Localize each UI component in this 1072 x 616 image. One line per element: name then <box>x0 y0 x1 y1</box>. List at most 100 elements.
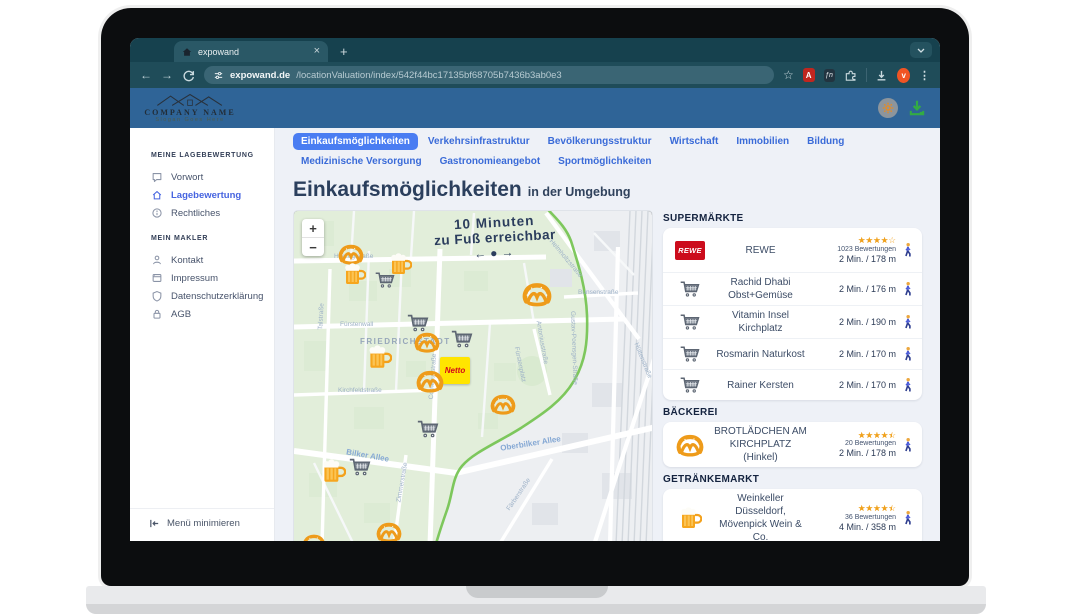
export-download-button[interactable] <box>908 99 926 117</box>
cart-marker-icon[interactable] <box>450 327 474 356</box>
adobe-extension-icon[interactable]: A <box>803 68 815 82</box>
loading-gear-button[interactable] <box>878 98 898 118</box>
list-item[interactable]: Rainer Kersten 2 Min. / 170 m <box>663 370 922 400</box>
sidebar-section-title: MEINE LAGEBEWERTUNG <box>151 152 274 159</box>
pretzel-marker-icon[interactable] <box>416 369 444 398</box>
rewe-logo: REWE <box>675 241 705 260</box>
street-label: Bunsenstraße <box>578 289 618 296</box>
laptop-base-edge <box>86 604 986 614</box>
beer-icon <box>671 505 709 531</box>
sidebar-item-agb[interactable]: AGB <box>130 305 274 323</box>
netto-marker[interactable]: Netto <box>440 357 470 384</box>
beer-marker-icon[interactable] <box>366 343 392 376</box>
tab-title: expowand <box>198 47 308 57</box>
supermarkets-card: REWE REWE ☆☆☆☆☆★★★★★ 1023 Bewertungen 2 … <box>663 228 922 400</box>
street-label: Fürstenwall <box>340 321 373 328</box>
cart-marker-icon[interactable] <box>416 417 440 446</box>
sidebar-item-impressum[interactable]: Impressum <box>130 269 274 287</box>
pretzel-marker-icon[interactable] <box>302 533 326 541</box>
url-path: /locationValuation/index/542f44bc17135bf… <box>296 70 562 81</box>
walking-icon <box>899 314 914 330</box>
cart-marker-icon[interactable] <box>348 455 372 484</box>
cart-icon <box>671 278 709 300</box>
bakery-card: BROTLÄDCHEN AM KIRCHPLATZ (Hinkel) ☆☆☆☆☆… <box>663 422 922 467</box>
download-icon <box>908 99 926 117</box>
pretzel-icon <box>671 433 709 457</box>
downloads-icon[interactable] <box>875 69 888 82</box>
sidebar-section-title: MEIN MAKLER <box>151 235 274 242</box>
pretzel-marker-icon[interactable] <box>490 393 516 420</box>
map[interactable]: Herzogstraße Fürstenwall Talstraße Kirch… <box>293 210 653 541</box>
back-icon[interactable]: ← <box>140 69 152 81</box>
tab-search-chevron-button[interactable] <box>910 42 932 58</box>
sidebar-item-vorwort[interactable]: Vorwort <box>130 168 274 186</box>
new-tab-button[interactable]: + <box>340 44 348 59</box>
tab-immobilien[interactable]: Immobilien <box>728 133 797 150</box>
sidebar-item-datenschutz[interactable]: Datenschutzerklärung <box>130 287 274 305</box>
laptop-mockup: expowand × + ← → expowand.de /locationVa… <box>0 0 1072 616</box>
tab-wirtschaft[interactable]: Wirtschaft <box>662 133 727 150</box>
toolbar-divider <box>866 68 867 82</box>
zoom-out-button[interactable]: − <box>302 238 324 256</box>
list-item[interactable]: REWE REWE ☆☆☆☆☆★★★★★ 1023 Bewertungen 2 … <box>663 228 922 273</box>
browser-tab[interactable]: expowand × <box>174 41 328 62</box>
site-settings-icon[interactable] <box>213 70 224 81</box>
map-annotation: 10 Minuten zu Fuß erreichbar ←●→ <box>419 211 571 264</box>
zoom-in-button[interactable]: + <box>302 219 324 237</box>
fn-extension-icon[interactable]: ƒn <box>824 69 835 82</box>
shield-icon <box>151 290 163 302</box>
company-slogan: Slogan Goes Here <box>155 117 224 123</box>
page-title: Einkaufsmöglichkeiten <box>293 178 522 201</box>
site-header: COMPANY NAME Slogan Goes Here <box>130 88 940 128</box>
reload-icon[interactable] <box>182 69 195 82</box>
tab-einkaufsmoeglichkeiten[interactable]: Einkaufsmöglichkeiten <box>293 133 418 150</box>
beer-marker-icon[interactable] <box>342 261 366 292</box>
window-icon <box>151 272 163 284</box>
tab-bevoelkerungsstruktur[interactable]: Bevölkerungsstruktur <box>540 133 660 150</box>
list-item[interactable]: Vitamin Insel Kirchplatz 2 Min. / 190 m <box>663 306 922 339</box>
chat-icon <box>151 171 163 183</box>
tab-verkehrsinfrastruktur[interactable]: Verkehrsinfrastruktur <box>420 133 538 150</box>
forward-icon[interactable]: → <box>161 69 173 81</box>
section-title-getraenkemarkt: GETRÄNKEMARKT <box>663 474 922 485</box>
list-item[interactable]: BROTLÄDCHEN AM KIRCHPLATZ (Hinkel) ☆☆☆☆☆… <box>663 422 922 467</box>
bookmark-star-icon[interactable]: ☆ <box>783 68 794 82</box>
company-logo: COMPANY NAME Slogan Goes Here <box>144 93 236 123</box>
tab-favicon-house-icon <box>182 47 192 57</box>
url-bar[interactable]: expowand.de /locationValuation/index/542… <box>204 66 774 84</box>
street-label: Kirchfeldstraße <box>338 387 382 394</box>
cart-marker-icon[interactable] <box>374 269 396 296</box>
sidebar-item-rechtliches[interactable]: Rechtliches <box>130 204 274 222</box>
browser-menu-icon[interactable]: ⋮ <box>919 69 930 82</box>
extensions-puzzle-icon[interactable] <box>844 69 857 82</box>
rating-stars-icon: ☆☆☆☆☆★★★★★ <box>858 431 896 440</box>
profile-avatar[interactable]: v <box>897 68 910 83</box>
sidebar-item-lagebewertung[interactable]: Lagebewertung <box>130 186 274 204</box>
drinks-card: Weinkeller Düsseldorf, Mövenpick Wein & … <box>663 489 922 541</box>
home-icon <box>151 189 163 201</box>
browser-window: expowand × + ← → expowand.de /locationVa… <box>130 38 940 541</box>
tab-gastronomieangebot[interactable]: Gastronomieangebot <box>432 153 549 170</box>
section-title-supermaerkte: SUPERMÄRKTE <box>663 213 922 224</box>
info-icon <box>151 207 163 219</box>
rooflines-icon <box>150 93 230 107</box>
walking-icon <box>899 346 914 362</box>
pretzel-marker-icon[interactable] <box>414 331 440 358</box>
beer-marker-icon[interactable] <box>320 457 346 490</box>
list-item[interactable]: Rosmarin Naturkost 2 Min. / 170 m <box>663 339 922 370</box>
sidebar-item-kontakt[interactable]: Kontakt <box>130 251 274 269</box>
cart-icon <box>671 311 709 333</box>
tab-close-icon[interactable]: × <box>314 46 320 57</box>
walking-icon <box>899 437 914 453</box>
section-title-baeckerei: BÄCKEREI <box>663 407 922 418</box>
list-item[interactable]: Rachid Dhabi Obst+Gemüse 2 Min. / 176 m <box>663 273 922 306</box>
list-item[interactable]: Weinkeller Düsseldorf, Mövenpick Wein & … <box>663 489 922 541</box>
sidebar-minimize-button[interactable]: Menü minimieren <box>130 508 274 541</box>
tab-bildung[interactable]: Bildung <box>799 133 852 150</box>
tab-sportmoeglichkeiten[interactable]: Sportmöglichkeiten <box>550 153 659 170</box>
page-subtitle: in der Umgebung <box>528 185 631 199</box>
pretzel-marker-icon[interactable] <box>376 521 402 541</box>
pretzel-marker-icon[interactable] <box>522 281 552 312</box>
collapse-icon <box>149 518 160 529</box>
tab-medizinische-versorgung[interactable]: Medizinische Versorgung <box>293 153 430 170</box>
